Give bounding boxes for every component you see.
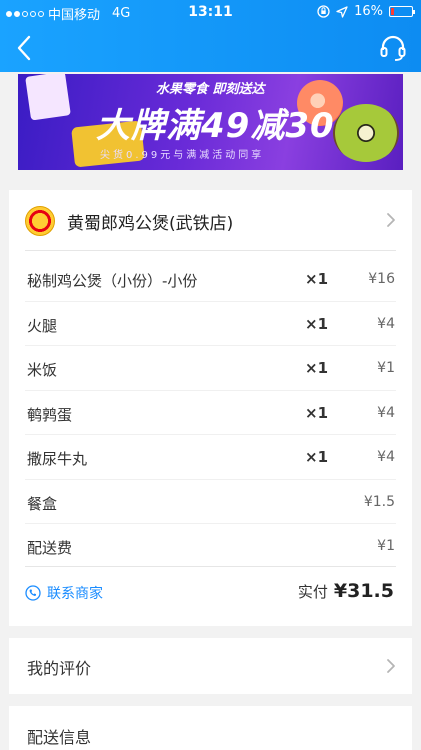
paid-total: 实付 ¥31.5 bbox=[298, 580, 394, 602]
item-quantity: ×1 bbox=[305, 359, 329, 377]
back-icon[interactable] bbox=[12, 34, 38, 62]
shop-row[interactable]: 黄蜀郎鸡公煲(武铁店) bbox=[9, 190, 412, 250]
order-item-row: 撒尿牛丸 ×1 ¥4 bbox=[9, 435, 412, 479]
headset-icon[interactable] bbox=[379, 34, 407, 62]
delivery-info-section: 配送信息 bbox=[9, 706, 412, 750]
paid-amount: ¥31.5 bbox=[333, 580, 394, 602]
item-price: ¥4 bbox=[377, 315, 395, 332]
divider bbox=[25, 566, 396, 567]
item-quantity: ×1 bbox=[305, 448, 329, 466]
item-name: 秘制鸡公煲（小份）-小份 bbox=[27, 272, 198, 290]
order-card: 黄蜀郎鸡公煲(武铁店) 秘制鸡公煲（小份）-小份 ×1 ¥16 火腿 ×1 ¥4 米饭 ×1 ¥… bbox=[9, 190, 412, 626]
location-icon bbox=[336, 5, 348, 18]
paid-label: 实付 bbox=[297, 583, 328, 601]
item-name: 撒尿牛丸 bbox=[27, 450, 88, 468]
item-price: ¥16 bbox=[368, 271, 395, 287]
order-item-row: 配送费 ¥1 bbox=[9, 524, 412, 568]
item-quantity: ×1 bbox=[305, 403, 329, 422]
snack-image bbox=[25, 74, 71, 121]
banner-title: 大牌满49减30 bbox=[96, 106, 335, 146]
order-item-row: 鹌鹑蛋 ×1 ¥4 bbox=[9, 391, 412, 435]
chevron-right-icon bbox=[387, 213, 395, 227]
kiwi-image bbox=[333, 104, 399, 162]
battery-icon bbox=[389, 6, 415, 17]
item-name: 火腿 bbox=[27, 316, 58, 335]
item-price: ¥4 bbox=[377, 449, 395, 465]
item-price: ¥1 bbox=[377, 360, 395, 376]
delivery-info-label: 配送信息 bbox=[27, 728, 92, 747]
contact-merchant-button[interactable]: 联系商家 bbox=[25, 583, 103, 603]
contact-merchant-label: 联系商家 bbox=[47, 586, 103, 602]
battery-percent: 16% bbox=[354, 4, 383, 19]
banner-footnote: 尖货0.99元与满减活动同享 bbox=[100, 150, 265, 161]
my-review-label: 我的评价 bbox=[27, 659, 92, 678]
shop-name: 黄蜀郎鸡公煲(武铁店) bbox=[67, 214, 234, 234]
status-bar: 中国移动 4G 13:11 16% bbox=[0, 0, 421, 24]
order-item-row: 火腿 ×1 ¥4 bbox=[9, 302, 412, 346]
shop-logo bbox=[25, 206, 55, 236]
order-item-row: 餐盒 ¥1.5 bbox=[9, 480, 412, 524]
banner-subtitle: 水果零食 即刻送达 bbox=[156, 82, 265, 97]
order-item-row: 米饭 ×1 ¥1 bbox=[9, 346, 412, 390]
order-item-row: 秘制鸡公煲（小份）-小份 ×1 ¥16 bbox=[9, 257, 412, 301]
promo-banner[interactable]: 水果零食 即刻送达 大牌满49减30 尖货0.99元与满减活动同享 bbox=[18, 74, 403, 170]
rotation-lock-icon bbox=[317, 5, 330, 18]
item-name: 鹌鹑蛋 bbox=[27, 405, 73, 424]
divider bbox=[25, 250, 396, 251]
item-price: ¥1.5 bbox=[363, 493, 395, 510]
item-quantity: ×1 bbox=[305, 314, 329, 333]
item-price: ¥1 bbox=[377, 538, 395, 554]
status-right: 16% bbox=[317, 4, 415, 19]
item-quantity: ×1 bbox=[305, 270, 329, 288]
order-footer: 联系商家 实付 ¥31.5 bbox=[9, 568, 412, 618]
my-review-row[interactable]: 我的评价 bbox=[9, 638, 412, 694]
phone-icon bbox=[25, 585, 41, 601]
chevron-right-icon bbox=[387, 659, 395, 673]
item-name: 配送费 bbox=[27, 539, 73, 557]
item-price: ¥4 bbox=[377, 404, 395, 421]
top-nav-bar: 中国移动 4G 13:11 16% bbox=[0, 0, 421, 72]
item-name: 餐盒 bbox=[27, 494, 58, 513]
item-name: 米饭 bbox=[27, 361, 58, 379]
